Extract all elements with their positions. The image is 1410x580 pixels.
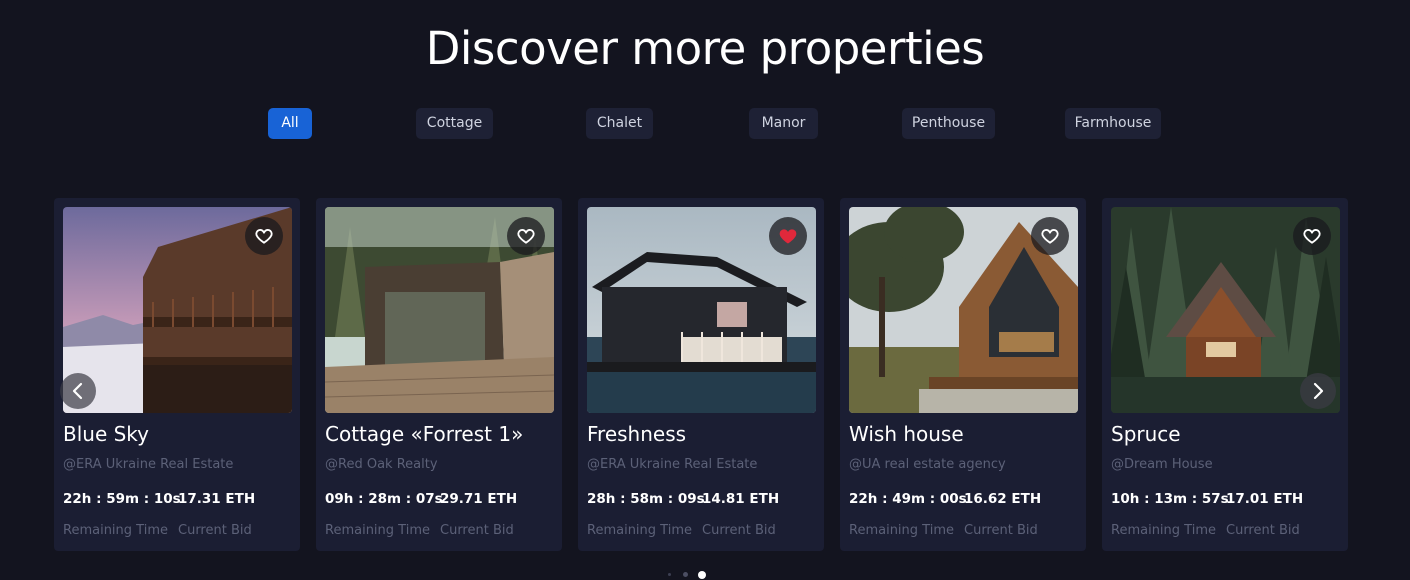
current-bid-label: Current Bid (178, 523, 252, 538)
favorite-button[interactable] (1031, 217, 1069, 255)
agency-link[interactable]: @Dream House (1111, 457, 1213, 472)
current-bid: 16.62 ETH (964, 491, 1042, 507)
current-bid: 17.01 ETH (1226, 491, 1304, 507)
favorite-button[interactable] (769, 217, 807, 255)
filter-farmhouse[interactable]: Farmhouse (1065, 108, 1161, 139)
favorite-button[interactable] (507, 217, 545, 255)
filter-chalet[interactable]: Chalet (586, 108, 653, 139)
heart-filled-icon (779, 229, 797, 244)
agency-link[interactable]: @Red Oak Realty (325, 457, 438, 472)
property-name: Blue Sky (63, 422, 150, 446)
carousel-next-button[interactable] (1300, 373, 1336, 409)
carousel-prev-button[interactable] (60, 373, 96, 409)
heart-outline-icon (255, 229, 273, 244)
remaining-time: 10h : 13m : 57s (1111, 491, 1229, 507)
remaining-time-label: Remaining Time (325, 523, 430, 538)
heart-outline-icon (1041, 229, 1059, 244)
favorite-button[interactable] (245, 217, 283, 255)
remaining-time: 28h : 58m : 09s (587, 491, 705, 507)
property-card[interactable]: Cottage «Forrest 1» @Red Oak Realty 09h … (316, 198, 562, 551)
current-bid-label: Current Bid (964, 523, 1038, 538)
filter-manor[interactable]: Manor (749, 108, 818, 139)
property-card[interactable]: Freshness @ERA Ukraine Real Estate 28h :… (578, 198, 824, 551)
property-name: Wish house (849, 422, 964, 446)
chevron-left-icon (72, 382, 83, 400)
property-name: Spruce (1111, 422, 1181, 446)
filter-all[interactable]: All (268, 108, 312, 139)
remaining-time-label: Remaining Time (849, 523, 954, 538)
property-card[interactable]: Wish house @UA real estate agency 22h : … (840, 198, 1086, 551)
heart-outline-icon (1303, 229, 1321, 244)
favorite-button[interactable] (1293, 217, 1331, 255)
property-name: Cottage «Forrest 1» (325, 422, 524, 446)
chevron-right-icon (1313, 382, 1324, 400)
property-card[interactable]: Blue Sky @ERA Ukraine Real Estate 22h : … (54, 198, 300, 551)
heart-outline-icon (517, 229, 535, 244)
property-name: Freshness (587, 422, 687, 446)
current-bid-label: Current Bid (702, 523, 776, 538)
remaining-time-label: Remaining Time (587, 523, 692, 538)
current-bid-label: Current Bid (440, 523, 514, 538)
remaining-time-label: Remaining Time (63, 523, 168, 538)
remaining-time: 22h : 49m : 00s (849, 491, 967, 507)
current-bid: 29.71 ETH (440, 491, 518, 507)
page-title: Discover more properties (425, 22, 985, 75)
agency-link[interactable]: @ERA Ukraine Real Estate (63, 457, 233, 472)
current-bid: 17.31 ETH (178, 491, 256, 507)
agency-link[interactable]: @UA real estate agency (849, 457, 1006, 472)
remaining-time-label: Remaining Time (1111, 523, 1216, 538)
filter-penthouse[interactable]: Penthouse (902, 108, 995, 139)
current-bid: 14.81 ETH (702, 491, 780, 507)
pagination-dot-active[interactable] (698, 571, 706, 579)
filter-cottage[interactable]: Cottage (416, 108, 493, 139)
remaining-time: 22h : 59m : 10s (63, 491, 181, 507)
current-bid-label: Current Bid (1226, 523, 1300, 538)
agency-link[interactable]: @ERA Ukraine Real Estate (587, 457, 757, 472)
remaining-time: 09h : 28m : 07s (325, 491, 443, 507)
pagination-dot[interactable] (668, 573, 671, 576)
pagination-dot[interactable] (683, 572, 688, 577)
